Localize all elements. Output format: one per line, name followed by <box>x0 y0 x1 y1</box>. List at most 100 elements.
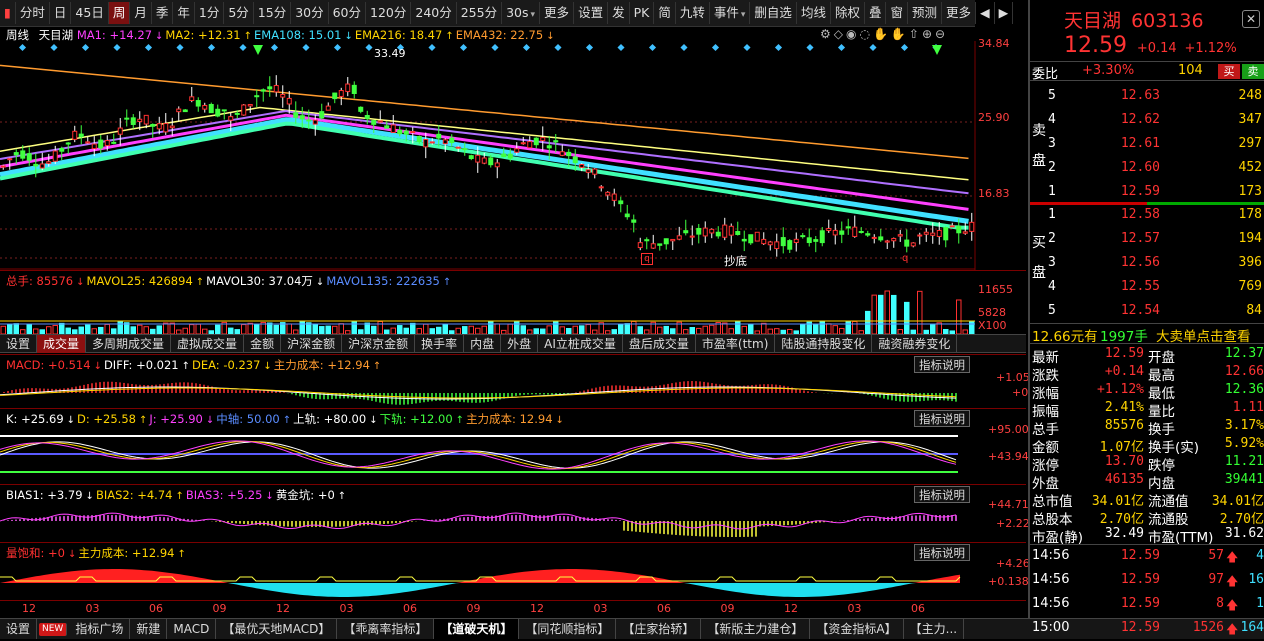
bottom-indicator-tab[interactable]: 【乖离率指标】 <box>337 619 435 639</box>
kdj-axis-high: +95.00 <box>988 423 1029 436</box>
buy-button[interactable]: 买 <box>1218 64 1240 79</box>
indicator-tab[interactable]: 盘后成交量 <box>623 335 696 353</box>
nav-right-icon[interactable]: ▶ <box>995 2 1014 24</box>
volume-pane[interactable]: 总手: 85576 ↓ MAVOL25: 426894 ↑ MAVOL30: 37.04… <box>0 270 1026 334</box>
zoom-out-icon[interactable]: ⊖ <box>935 27 948 41</box>
indicator-tab[interactable]: 内盘 <box>464 335 502 353</box>
period-button[interactable]: 日 <box>50 2 72 24</box>
period-button[interactable]: 年 <box>173 2 195 24</box>
indicator-tab[interactable]: 设置 <box>0 335 38 353</box>
indicator-tab[interactable]: 虚拟成交量 <box>171 335 245 353</box>
bottom-indicator-tab[interactable]: 设置 <box>0 619 38 639</box>
period-button[interactable]: 45日 <box>71 2 109 24</box>
period-button[interactable]: 120分 <box>366 2 412 24</box>
toolbar-button[interactable]: 简 <box>654 2 676 24</box>
toolbar-button[interactable]: 更多 <box>942 2 977 24</box>
period-button[interactable]: 更多 <box>540 2 575 24</box>
up-arrow-icon[interactable]: ⇧ <box>909 27 922 41</box>
order-book-row[interactable]: 4 12.55 769 <box>1030 279 1264 298</box>
toolbar-button[interactable]: 删自选 <box>750 2 797 24</box>
period-button[interactable]: 季 <box>152 2 174 24</box>
bottom-indicator-tab[interactable]: 【最优天地MACD】 <box>216 619 338 639</box>
period-button[interactable]: 月 <box>130 2 152 24</box>
bottom-indicator-tab[interactable]: MACD <box>167 619 217 639</box>
candle-body <box>130 117 136 125</box>
indicator-tab[interactable]: 换手率 <box>415 335 465 353</box>
period-button[interactable]: 设置 <box>574 2 609 24</box>
toolbar-button[interactable]: 除权 <box>831 2 865 24</box>
big-order-link[interactable]: 大卖单点击查看 <box>1156 325 1251 345</box>
order-book-row[interactable]: 5 12.54 84 <box>1030 303 1264 322</box>
indicator-tab[interactable]: 沪深金额 <box>281 335 343 353</box>
indicator-tab[interactable]: 市盈率(ttm) <box>696 335 776 353</box>
main-chart-pane[interactable]: 周线 天目湖 MA1: +14.27 ↓ MA2: +12.31 ↑ EMA108: 1… <box>0 27 1026 270</box>
order-book-row[interactable]: 1 12.58 178 <box>1030 207 1264 226</box>
hand-icon[interactable]: ✋ <box>873 27 891 41</box>
period-button[interactable]: 240分 <box>411 2 457 24</box>
order-book-row[interactable]: 3 12.56 396 <box>1030 255 1264 274</box>
indicator-tab[interactable]: 外盘 <box>501 335 539 353</box>
order-book-row[interactable]: 2 12.57 194 <box>1030 231 1264 250</box>
diamond-icon[interactable]: ◇ <box>834 27 846 41</box>
bottom-indicator-tab[interactable]: NEW <box>39 622 68 636</box>
close-icon[interactable]: ✕ <box>1242 10 1260 28</box>
period-button[interactable]: 15分 <box>254 2 292 24</box>
hand2-icon[interactable]: ✋ <box>891 27 909 41</box>
period-button[interactable]: 5分 <box>224 2 254 24</box>
saturation-pane[interactable]: 量饱和: +0 ↓ 主力成本: +12.94 ↑ 指标说明 +4.26 +0.138 <box>0 542 1030 600</box>
chart-tool-icons[interactable]: ⚙◇◉◌✋✋⇧⊕⊖ <box>820 27 948 41</box>
toolbar-button[interactable]: 九转 <box>676 2 710 24</box>
indicator-tab[interactable]: 金额 <box>244 335 282 353</box>
bottom-indicator-tab[interactable]: 【主力... <box>904 619 965 639</box>
period-button[interactable]: 30s <box>502 2 541 24</box>
period-button[interactable]: 255分 <box>457 2 503 24</box>
indicator-tab[interactable]: 成交量 <box>37 335 87 353</box>
zoom-in-icon[interactable]: ⊕ <box>922 27 935 41</box>
toolbar-button[interactable]: 预测 <box>908 2 943 24</box>
order-book-row[interactable]: 2 12.60 452 <box>1030 160 1264 179</box>
order-book-row[interactable]: 1 12.59 173 <box>1030 184 1264 203</box>
bottom-indicator-tab[interactable]: 【同花顺指标】 <box>519 619 617 639</box>
bottom-indicator-tab[interactable]: 新建 <box>130 619 168 639</box>
order-book-row[interactable]: 3 12.61 297 <box>1030 136 1264 155</box>
bottom-indicator-tab[interactable]: 【道破天机】 <box>434 619 520 639</box>
bottom-indicator-tab[interactable]: 【庄家抬轿】 <box>616 619 702 639</box>
level-number: 1 <box>1048 184 1056 199</box>
nav-left-icon[interactable]: ◀ <box>976 2 995 24</box>
candlestick-chart[interactable] <box>0 41 1026 270</box>
bottom-indicator-tab[interactable]: 【资金指标A】 <box>810 619 904 639</box>
toolbar-button[interactable]: 均线 <box>797 2 831 24</box>
indicator-tab[interactable]: 陆股通持股变化 <box>775 335 873 353</box>
bottom-indicator-tab[interactable]: 指标广场 <box>69 619 131 639</box>
period-button[interactable]: 分时 <box>16 2 50 24</box>
saturation-explain-button[interactable]: 指标说明 <box>914 544 970 561</box>
bottom-indicator-tab[interactable]: 【新版主力建仓】 <box>701 619 811 639</box>
order-book-row[interactable]: 4 12.62 347 <box>1030 112 1264 131</box>
toolbar-button[interactable]: 发 <box>608 2 630 24</box>
macd-explain-button[interactable]: 指标说明 <box>914 356 970 373</box>
lock-icon[interactable]: ◌ <box>859 27 872 41</box>
period-button[interactable]: 周 <box>108 2 131 24</box>
period-button[interactable]: 30分 <box>291 2 329 24</box>
bias-explain-button[interactable]: 指标说明 <box>914 486 970 503</box>
toolbar-button[interactable]: 事件 <box>710 2 751 24</box>
sell-button[interactable]: 卖 <box>1242 64 1264 79</box>
big-order-row[interactable]: 12.66元有 1997手 大卖单点击查看 <box>1030 323 1264 345</box>
eye-icon[interactable]: ◉ <box>846 27 859 41</box>
bias-pane[interactable]: BIAS1: +3.79 ↓ BIAS2: +4.74 ↑ BIAS3: +5.25 ↓ 黄… <box>0 484 1030 542</box>
toolbar-button[interactable]: 窗 <box>886 2 908 24</box>
menu-icon[interactable]: ▮ <box>0 2 16 24</box>
indicator-tab[interactable]: 多周期成交量 <box>86 335 172 353</box>
order-book-row[interactable]: 5 12.63 248 <box>1030 88 1264 107</box>
settings-icon[interactable]: ⚙ <box>820 27 834 41</box>
indicator-tab[interactable]: AI立桩成交量 <box>538 335 623 353</box>
indicator-tab[interactable]: 沪深京金额 <box>342 335 416 353</box>
period-button[interactable]: 60分 <box>329 2 367 24</box>
indicator-tab[interactable]: 融资融券变化 <box>872 335 958 353</box>
macd-pane[interactable]: MACD: +0.514 ↓ DIFF: +0.021 ↑ DEA: -0.237 ↓ 主力… <box>0 354 1030 408</box>
kdj-pane[interactable]: K: +25.69 ↓ D: +25.58 ↑ J: +25.90 ↓ 中轴: 50.00 ↑… <box>0 408 1029 484</box>
toolbar-button[interactable]: 叠 <box>865 2 887 24</box>
toolbar-button[interactable]: PK <box>630 2 655 24</box>
kdj-explain-button[interactable]: 指标说明 <box>914 410 970 427</box>
period-button[interactable]: 1分 <box>195 2 225 24</box>
